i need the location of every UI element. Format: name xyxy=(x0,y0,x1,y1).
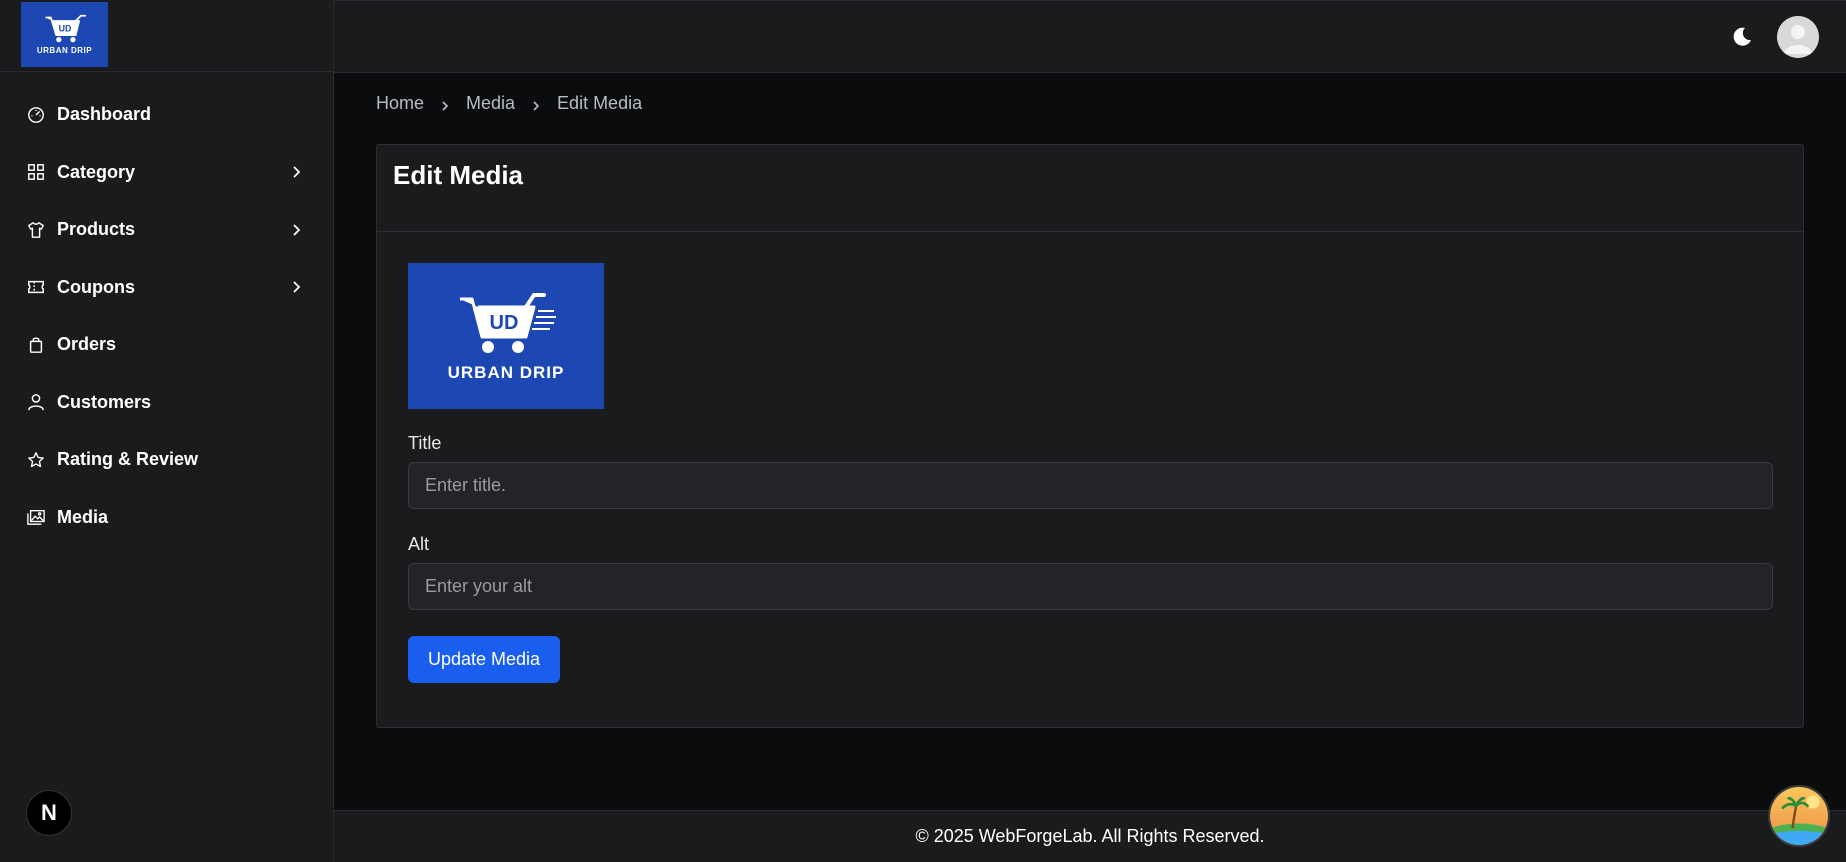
logo-text: URBAN DRIP xyxy=(36,46,93,55)
shirt-icon xyxy=(26,220,46,240)
logo-text: URBAN DRIP xyxy=(447,363,565,382)
avatar[interactable] xyxy=(1777,16,1819,58)
breadcrumb-current: Edit Media xyxy=(557,93,643,113)
chevron-right-icon xyxy=(438,99,452,113)
sidebar-item-label: Customers xyxy=(57,391,152,412)
card-body: UD URBAN DRIP Title Alt Update Media xyxy=(377,232,1803,714)
grid-icon xyxy=(26,162,46,182)
sidebar: UD URBAN DRIP Dashboard Category Product… xyxy=(0,0,334,862)
media-preview-image: UD URBAN DRIP xyxy=(408,263,604,409)
sidebar-item-label: Rating & Review xyxy=(57,449,199,470)
sidebar-item-orders[interactable]: Orders xyxy=(0,316,333,374)
card-header: Edit Media xyxy=(377,145,1803,232)
alt-input[interactable] xyxy=(408,563,1773,610)
sidebar-item-category[interactable]: Category xyxy=(0,144,333,202)
footer: © 2025 WebForgeLab. All Rights Reserved. xyxy=(334,810,1846,862)
topbar xyxy=(334,0,1846,73)
sidebar-item-customers[interactable]: Customers xyxy=(0,374,333,432)
sidebar-item-label: Coupons xyxy=(57,276,135,297)
page-title: Edit Media xyxy=(393,160,524,190)
title-label: Title xyxy=(408,433,442,453)
sidebar-item-media[interactable]: Media xyxy=(0,489,333,547)
edit-media-card: Edit Media UD URBAN DRIP Title Alt Updat… xyxy=(376,144,1804,728)
update-media-button[interactable]: Update Media xyxy=(408,636,561,683)
logo-initials: UD xyxy=(490,312,519,334)
sidebar-item-label: Dashboard xyxy=(57,104,152,125)
images-icon xyxy=(26,507,46,527)
title-input[interactable] xyxy=(408,462,1773,509)
breadcrumb-home-link[interactable]: Home xyxy=(376,93,424,114)
gauge-icon xyxy=(26,105,46,125)
island-icon xyxy=(1770,787,1828,845)
alt-label: Alt xyxy=(408,534,430,554)
logo-initials: UD xyxy=(58,24,71,34)
bag-icon xyxy=(26,335,46,355)
cart-logo-icon: UD xyxy=(42,14,88,44)
chevron-right-icon xyxy=(529,99,543,113)
sidebar-item-label: Media xyxy=(57,506,109,527)
floating-assistant-button[interactable] xyxy=(1768,785,1830,847)
breadcrumb: Home Media Edit Media xyxy=(376,93,642,114)
sidebar-item-coupons[interactable]: Coupons xyxy=(0,259,333,317)
footer-copyright: © 2025 WebForgeLab. All Rights Reserved. xyxy=(915,826,1265,846)
chevron-right-icon xyxy=(289,223,303,237)
sidebar-item-dashboard[interactable]: Dashboard xyxy=(0,86,333,144)
user-icon xyxy=(26,392,46,412)
sidebar-item-products[interactable]: Products xyxy=(0,201,333,259)
moon-icon[interactable] xyxy=(1730,25,1754,49)
chevron-right-icon xyxy=(289,280,303,294)
sidebar-item-label: Orders xyxy=(57,334,117,355)
sidebar-header: UD URBAN DRIP xyxy=(0,0,333,72)
nextjs-badge[interactable]: N xyxy=(26,790,72,836)
ticket-icon xyxy=(26,277,46,297)
sidebar-item-rating-review[interactable]: Rating & Review xyxy=(0,431,333,489)
breadcrumb-media-link[interactable]: Media xyxy=(466,93,515,114)
chevron-right-icon xyxy=(289,165,303,179)
cart-logo-icon: UD xyxy=(454,289,558,355)
sidebar-item-label: Category xyxy=(57,161,136,182)
sidebar-nav: Dashboard Category Products Coupons Orde… xyxy=(0,72,333,546)
star-icon xyxy=(26,450,46,470)
sidebar-item-label: Products xyxy=(57,219,136,240)
brand-logo[interactable]: UD URBAN DRIP xyxy=(21,2,108,67)
